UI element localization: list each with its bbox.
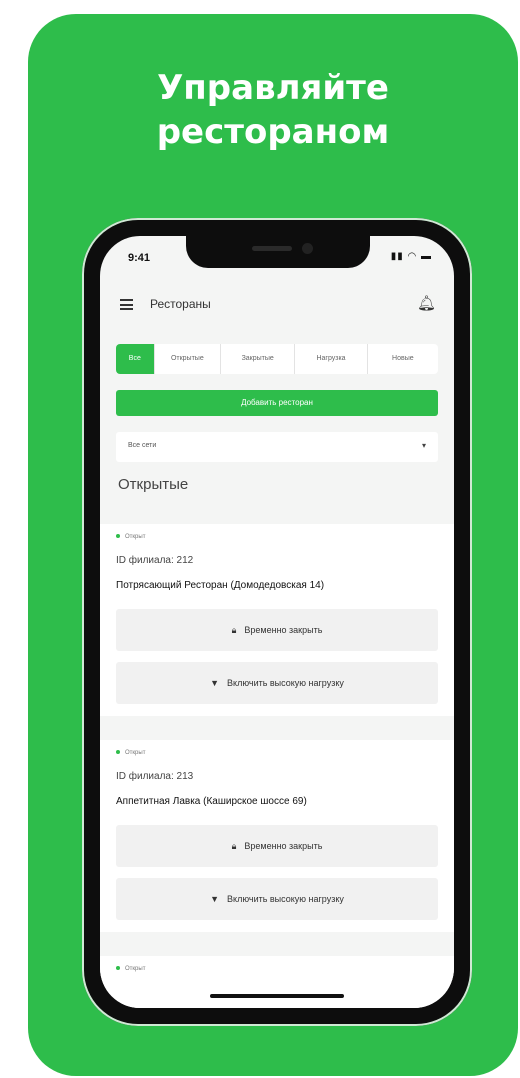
- camera-icon: [302, 243, 313, 254]
- status-dot-icon: [116, 966, 120, 971]
- filter-tabs: Все Открытые Закрытые Нагрузка Новые: [116, 344, 438, 374]
- status-icons: ▮▮ ◠ ▬: [390, 251, 432, 262]
- status-label: Открыт: [125, 966, 146, 972]
- status-time: 9:41: [128, 252, 151, 264]
- network-select-value: Все сети: [128, 442, 157, 449]
- high-load-button[interactable]: ▼ Включить высокую нагрузку: [116, 662, 438, 704]
- phone-frame: 9:41 ▮▮ ◠ ▬ Рестораны 🔔︎ Все Открытые За…: [82, 218, 472, 1026]
- promo-headline: Управляйте рестораном: [28, 66, 518, 154]
- phone-notch: [186, 236, 370, 268]
- arrow-down-icon: ▼: [210, 894, 220, 904]
- network-select[interactable]: Все сети ▾: [116, 432, 438, 462]
- temporarily-close-label: Временно закрыть: [244, 841, 323, 851]
- temporarily-close-button[interactable]: 🔒︎ Временно закрыть: [116, 609, 438, 651]
- high-load-label: Включить высокую нагрузку: [227, 894, 344, 904]
- bell-icon[interactable]: 🔔︎: [417, 294, 436, 312]
- status-label: Открыт: [125, 750, 146, 756]
- temporarily-close-button[interactable]: 🔒︎ Временно закрыть: [116, 825, 438, 867]
- page-title: Рестораны: [150, 297, 211, 311]
- tab-load[interactable]: Нагрузка: [295, 344, 368, 374]
- tab-all[interactable]: Все: [116, 344, 155, 374]
- status-dot-icon: [116, 750, 120, 755]
- arrow-down-icon: ▼: [210, 678, 220, 688]
- restaurant-card: Открыт ID филиала: 212 Потрясающий Ресто…: [100, 524, 454, 716]
- restaurant-card: Открыт ID филиала: 213 Аппетитная Лавка …: [100, 740, 454, 932]
- section-title: Открытые: [118, 476, 189, 493]
- lock-icon: 🔒︎: [231, 840, 237, 851]
- restaurant-card: Открыт: [100, 956, 454, 1008]
- home-indicator: [210, 994, 344, 998]
- tab-new[interactable]: Новые: [368, 344, 438, 374]
- phone-screen: 9:41 ▮▮ ◠ ▬ Рестораны 🔔︎ Все Открытые За…: [100, 236, 454, 1008]
- headline-line-2: рестораном: [156, 112, 390, 152]
- status-badge: Открыт: [116, 534, 145, 540]
- add-restaurant-button[interactable]: Добавить ресторан: [116, 390, 438, 416]
- tab-closed[interactable]: Закрытые: [221, 344, 296, 374]
- status-dot-icon: [116, 534, 120, 539]
- status-badge: Открыт: [116, 750, 145, 756]
- branch-id: ID филиала: 212: [116, 555, 194, 566]
- headline-line-1: Управляйте: [157, 68, 389, 108]
- speaker-icon: [252, 246, 292, 251]
- status-label: Открыт: [125, 534, 146, 540]
- high-load-label: Включить высокую нагрузку: [227, 678, 344, 688]
- high-load-button[interactable]: ▼ Включить высокую нагрузку: [116, 878, 438, 920]
- tab-open[interactable]: Открытые: [155, 344, 222, 374]
- status-badge: Открыт: [116, 966, 145, 972]
- restaurant-name: Аппетитная Лавка (Каширское шоссе 69): [116, 796, 307, 807]
- lock-icon: 🔒︎: [231, 624, 237, 635]
- branch-id: ID филиала: 213: [116, 771, 194, 782]
- temporarily-close-label: Временно закрыть: [244, 625, 323, 635]
- menu-icon[interactable]: [120, 299, 133, 310]
- restaurant-name: Потрясающий Ресторан (Домодедовская 14): [116, 580, 325, 591]
- chevron-down-icon: ▾: [421, 441, 426, 450]
- top-app-bar: Рестораны 🔔︎: [100, 282, 454, 330]
